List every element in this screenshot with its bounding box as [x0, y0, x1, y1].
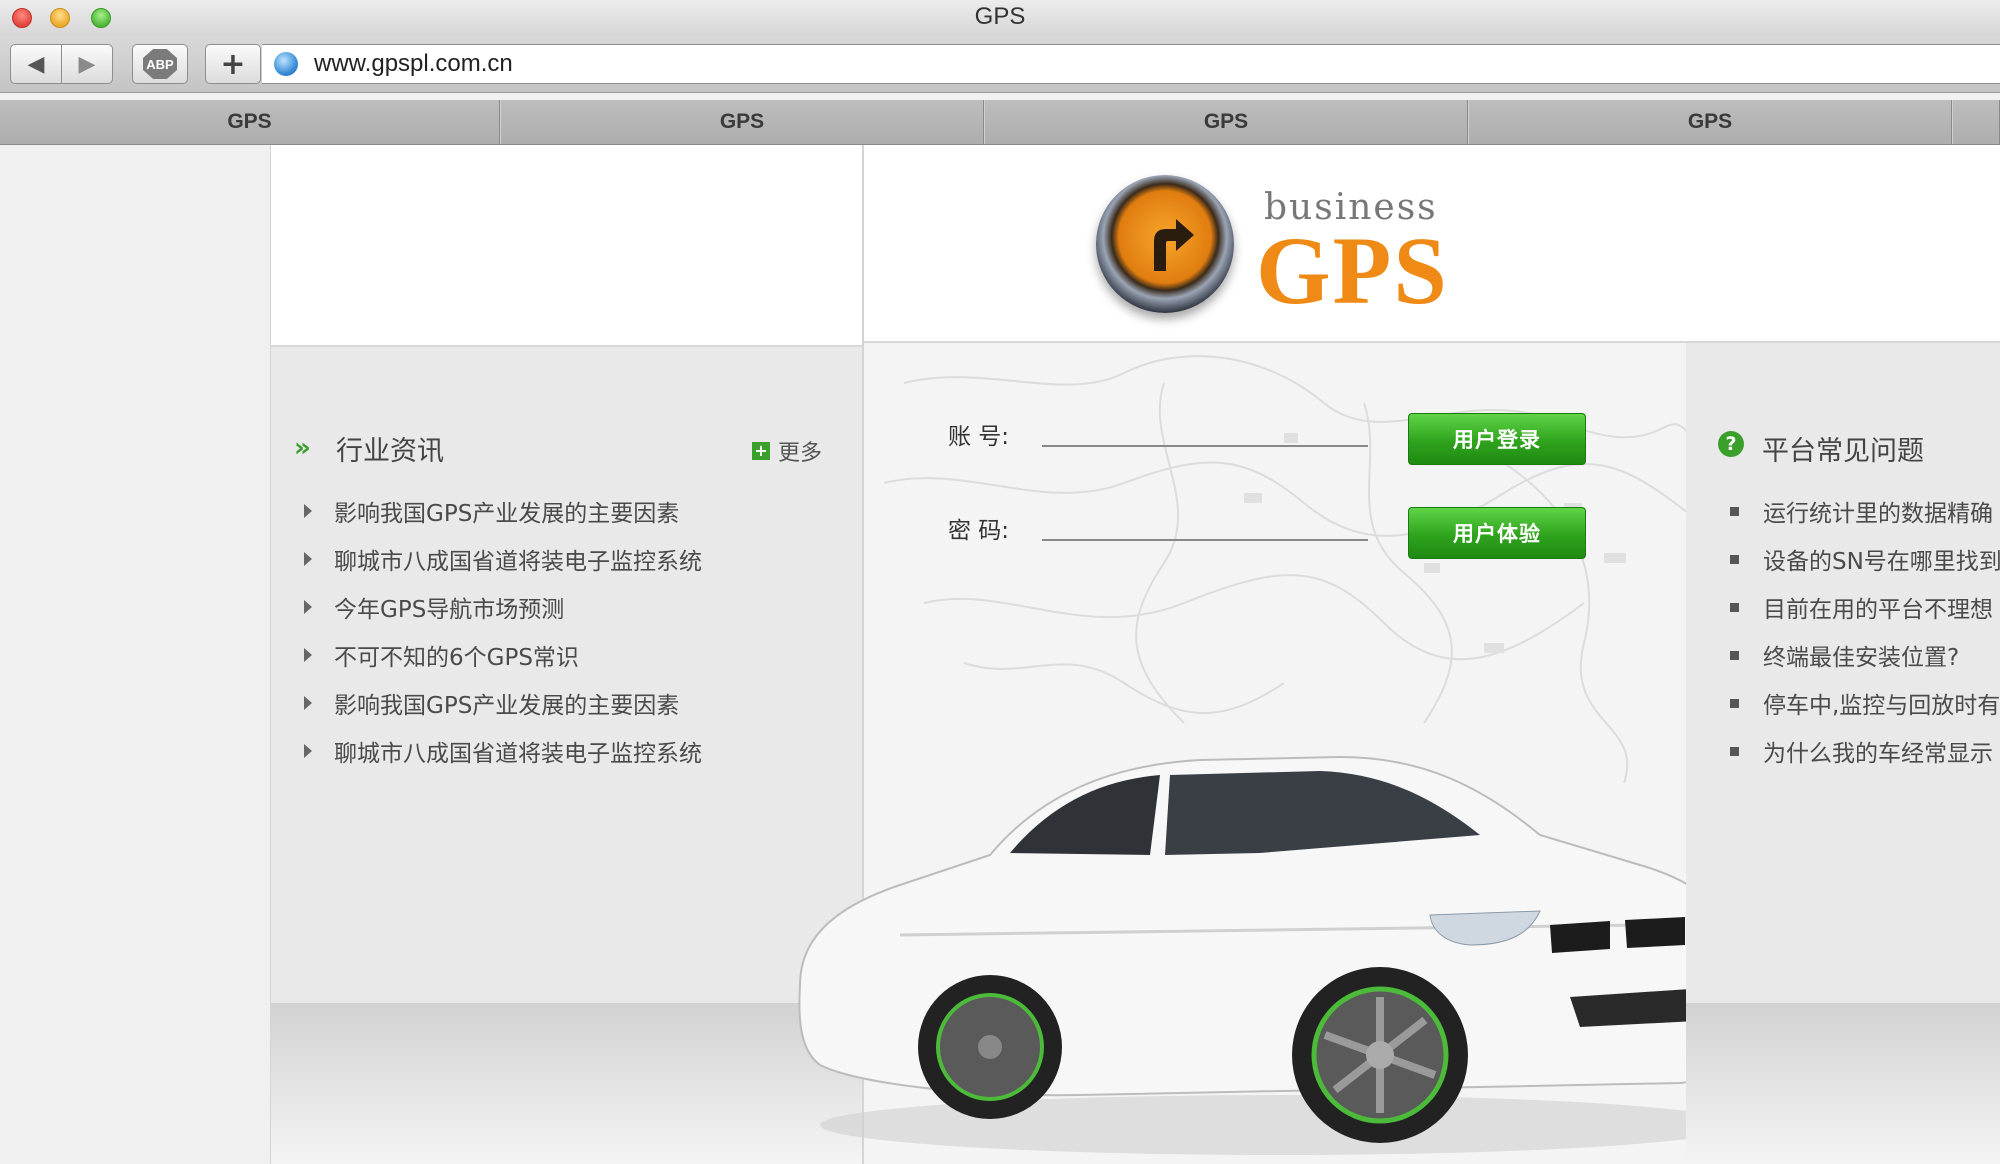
- plus-icon: +: [220, 46, 246, 82]
- square-bullet-icon: [1730, 746, 1739, 756]
- news-item-text[interactable]: 不可不知的6个GPS常识: [334, 638, 579, 672]
- back-arrow-icon: ◀: [27, 51, 45, 77]
- back-button[interactable]: ◀: [10, 44, 62, 84]
- news-item-text[interactable]: 聊城市八成国省道将装电子监控系统: [334, 734, 702, 768]
- news-item[interactable]: 影响我国GPS产业发展的主要因素: [304, 487, 702, 535]
- adblock-icon: ABP: [143, 49, 177, 79]
- tab-overflow[interactable]: [1952, 100, 2000, 144]
- faq-item-text[interactable]: 运行统计里的数据精确: [1763, 494, 1993, 528]
- news-banner-area: [271, 145, 863, 347]
- news-item-text[interactable]: 影响我国GPS产业发展的主要因素: [334, 494, 679, 528]
- news-item[interactable]: 影响我国GPS产业发展的主要因素: [304, 679, 702, 727]
- faq-item-text[interactable]: 目前在用的平台不理想: [1763, 590, 1993, 624]
- tab-bar: GPS GPS GPS GPS: [0, 100, 2000, 145]
- faq-banner-area: [1686, 145, 2000, 343]
- more-label: 更多: [778, 441, 823, 466]
- window-titlebar: GPS: [0, 0, 2000, 36]
- news-list: 影响我国GPS产业发展的主要因素 聊城市八成国省道将装电子监控系统 今年GPS导…: [304, 487, 702, 775]
- tab-2[interactable]: GPS: [500, 100, 984, 144]
- square-bullet-icon: [1730, 698, 1739, 708]
- square-bullet-icon: [1730, 602, 1739, 612]
- news-item-text[interactable]: 影响我国GPS产业发展的主要因素: [334, 686, 679, 720]
- plus-square-icon: +: [752, 442, 770, 460]
- faq-item[interactable]: 终端最佳安装位置?: [1730, 631, 2000, 679]
- triangle-bullet-icon: [304, 648, 312, 662]
- faq-item-text[interactable]: 停车中,监控与回放时有: [1763, 686, 2000, 720]
- trial-button[interactable]: 用户体验: [1408, 507, 1586, 559]
- login-button[interactable]: 用户登录: [1408, 413, 1586, 465]
- faq-item[interactable]: 运行统计里的数据精确: [1730, 487, 2000, 535]
- question-circle-icon: ?: [1718, 431, 1744, 457]
- car-image: [798, 755, 1747, 1155]
- faq-item[interactable]: 为什么我的车经常显示: [1730, 727, 2000, 775]
- password-field[interactable]: [1042, 539, 1368, 541]
- square-bullet-icon: [1730, 554, 1739, 564]
- turn-arrow-icon: [1154, 219, 1194, 271]
- logo-header: business GPS: [864, 145, 1688, 343]
- account-label: 账 号:: [948, 424, 1010, 450]
- news-section-title: 行业资讯: [336, 436, 444, 467]
- triangle-bullet-icon: [304, 600, 312, 614]
- tab-4[interactable]: GPS: [1468, 100, 1952, 144]
- news-item[interactable]: 不可不知的6个GPS常识: [304, 631, 702, 679]
- adblock-button[interactable]: ABP: [132, 44, 188, 84]
- news-item[interactable]: 聊城市八成国省道将装电子监控系统: [304, 727, 702, 775]
- account-field[interactable]: [1042, 445, 1368, 447]
- gps-logo-icon: [1096, 175, 1234, 313]
- triangle-bullet-icon: [304, 552, 312, 566]
- browser-toolbar: ◀ ▶ ABP + www.gpspl.com.cn: [0, 36, 2000, 93]
- news-item-text[interactable]: 聊城市八成国省道将装电子监控系统: [334, 542, 702, 576]
- web-page: » 行业资讯 + 更多 影响我国GPS产业发展的主要因素 聊城市八成国省道将装电…: [0, 145, 2000, 1164]
- news-item[interactable]: 聊城市八成国省道将装电子监控系统: [304, 535, 702, 583]
- forward-button[interactable]: ▶: [61, 44, 113, 84]
- double-chevron-icon: »: [294, 433, 311, 463]
- faq-list: 运行统计里的数据精确 设备的SN号在哪里找到 目前在用的平台不理想 终端最佳安装…: [1730, 487, 2000, 775]
- forward-arrow-icon: ▶: [78, 51, 96, 77]
- faq-item[interactable]: 停车中,监控与回放时有: [1730, 679, 2000, 727]
- faq-item[interactable]: 设备的SN号在哪里找到: [1730, 535, 2000, 583]
- url-text[interactable]: www.gpspl.com.cn: [314, 50, 513, 78]
- news-item-text[interactable]: 今年GPS导航市场预测: [334, 590, 564, 624]
- faq-item-text[interactable]: 为什么我的车经常显示: [1763, 734, 1993, 768]
- window-title: GPS: [974, 3, 1026, 30]
- logo-gps-text: GPS: [1256, 217, 1449, 324]
- tab-3[interactable]: GPS: [984, 100, 1468, 144]
- faq-item-text[interactable]: 设备的SN号在哪里找到: [1763, 542, 2000, 576]
- square-bullet-icon: [1730, 650, 1739, 660]
- tab-1[interactable]: GPS: [0, 100, 500, 144]
- address-bar[interactable]: www.gpspl.com.cn: [262, 44, 2000, 84]
- triangle-bullet-icon: [304, 696, 312, 710]
- faq-item[interactable]: 目前在用的平台不理想: [1730, 583, 2000, 631]
- new-tab-button[interactable]: +: [205, 44, 261, 84]
- news-item[interactable]: 今年GPS导航市场预测: [304, 583, 702, 631]
- password-label: 密 码:: [948, 518, 1010, 544]
- square-bullet-icon: [1730, 506, 1739, 516]
- triangle-bullet-icon: [304, 744, 312, 758]
- globe-icon: [274, 52, 298, 76]
- faq-section-title: 平台常见问题: [1762, 436, 1924, 467]
- news-more-link[interactable]: + 更多: [752, 435, 822, 467]
- faq-item-text[interactable]: 终端最佳安装位置?: [1763, 638, 1959, 672]
- faq-footer-area: [1686, 1003, 2000, 1164]
- triangle-bullet-icon: [304, 504, 312, 518]
